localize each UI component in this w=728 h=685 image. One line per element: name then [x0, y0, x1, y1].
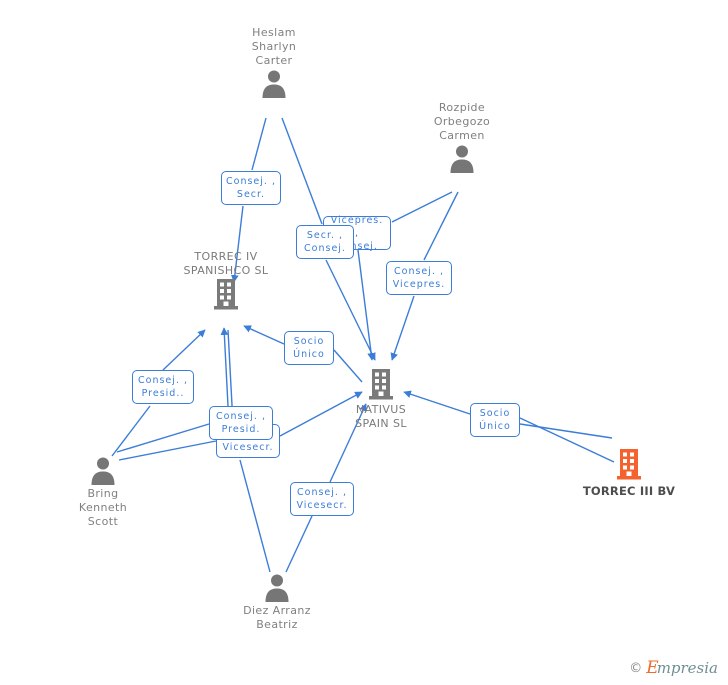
node-person-diez[interactable]: Diez Arranz Beatriz: [217, 572, 337, 632]
edge-layer: [111, 117, 615, 573]
node-label-bring: Bring Kenneth Scott: [78, 487, 128, 528]
edge-heslam-nativus-a: [281, 117, 323, 225]
edge-bring-torrec-iv-c: [116, 423, 210, 453]
node-label-rozpide: Rozpide Orbegozo Carmen: [433, 101, 491, 142]
node-company-torrec-iv[interactable]: TORREC IV SPANISHCO SL: [166, 250, 286, 310]
node-label-heslam: Heslam Sharlyn Carter: [251, 26, 297, 67]
relationship-label-socio-unico-left[interactable]: Socio Único: [284, 331, 334, 365]
person-icon: [88, 455, 118, 485]
edge-rozpide-nativus-d: [390, 295, 415, 361]
relationship-label-consej-presid-mid[interactable]: Consej. , Presid.: [209, 406, 273, 440]
edge-heslam-torrec-iv-a: [251, 117, 267, 171]
edge-bring-torrec-iv-b: [162, 329, 206, 371]
company-icon-highlighted: [616, 448, 642, 480]
node-label-torrec-iii: TORREC III BV: [582, 484, 676, 498]
relationship-label-consej-secr[interactable]: Consej. , Secr.: [221, 171, 281, 205]
edge-torrec-iii-feeder: [519, 423, 613, 439]
company-icon: [368, 368, 394, 400]
node-person-rozpide[interactable]: Rozpide Orbegozo Carmen: [412, 101, 512, 173]
node-person-heslam[interactable]: Heslam Sharlyn Carter: [224, 26, 324, 98]
relationship-label-socio-unico-right[interactable]: Socio Único: [470, 403, 520, 437]
brand-logo: Empresia: [646, 659, 718, 677]
edge-bring-torrec-iv-d: [220, 327, 229, 407]
person-icon: [259, 68, 289, 98]
edge-rozpide-nativus-c: [423, 191, 459, 261]
brand-name: mpresia: [656, 659, 718, 677]
relationship-label-consej-vicepres[interactable]: Consej. , Vicepres.: [386, 261, 452, 295]
edge-bring-torrec-iv-a: [111, 405, 151, 457]
company-icon: [213, 278, 239, 310]
person-icon: [447, 143, 477, 173]
node-company-torrec-iii[interactable]: TORREC III BV: [569, 448, 689, 498]
node-company-nativus[interactable]: NATIVUS SPAIN SL: [331, 368, 431, 431]
edge-rozpide-nativus-b: [357, 249, 375, 361]
relationship-label-consej-vicesecr-bottom[interactable]: Consej. , Vicesecr.: [290, 482, 354, 516]
relationship-label-secr-consej[interactable]: Secr. , Consej.: [296, 225, 354, 259]
edge-nativus-torrec-iv-b: [243, 325, 285, 345]
node-label-diez: Diez Arranz Beatriz: [243, 604, 311, 631]
node-label-torrec-iv: TORREC IV SPANISHCO SL: [183, 250, 269, 277]
edge-rozpide-nativus-a: [391, 191, 453, 223]
copyright-icon: ©: [629, 660, 643, 676]
node-person-bring[interactable]: Bring Kenneth Scott: [53, 455, 153, 529]
relationship-label-consej-presid-left[interactable]: Consej. , Presid..: [132, 370, 194, 404]
edge-diez-torrec-iv-a: [239, 459, 271, 573]
edge-diez-nativus-a: [285, 515, 313, 573]
node-label-nativus: NATIVUS SPAIN SL: [355, 403, 407, 430]
watermark: © Empresia: [629, 659, 718, 677]
person-icon: [262, 572, 292, 602]
relationship-graph: Heslam Sharlyn Carter Rozpide Orbegozo C…: [0, 0, 728, 685]
